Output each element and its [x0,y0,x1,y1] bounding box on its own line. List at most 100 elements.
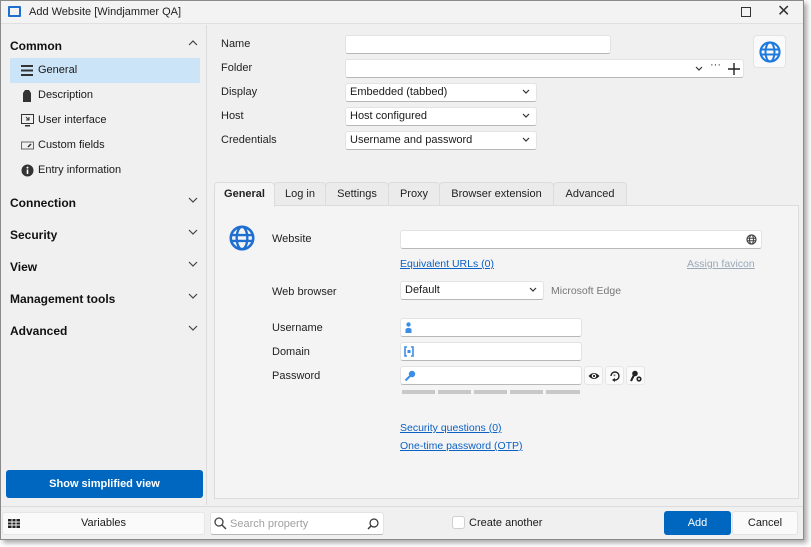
generate-password-button[interactable]: * [605,366,624,385]
web-browser-select[interactable]: Default [400,281,544,300]
cancel-button[interactable]: Cancel [732,511,798,535]
username-input[interactable] [400,318,582,337]
password-strength-segment [510,390,543,394]
globe-icon [229,225,255,251]
domain-icon [404,346,414,357]
eye-icon [588,373,600,379]
domain-label: Domain [272,346,310,358]
security-questions-link[interactable]: Security questions (0) [400,422,502,434]
name-label: Name [221,38,251,50]
username-label: Username [272,322,323,334]
assign-favicon-link[interactable]: Assign favicon [687,258,755,270]
credentials-select[interactable]: Username and password [345,131,537,150]
folder-label: Folder [221,62,253,74]
sidebar-item-label: General [38,64,78,76]
svg-text:*: * [613,374,616,380]
password-label: Password [272,370,321,382]
tab-settings[interactable]: Settings [325,182,389,206]
tab-proxy[interactable]: Proxy [388,182,440,206]
key-icon [404,370,416,382]
password-strength-segment [546,390,580,394]
password-generator-icon: * [610,371,620,382]
sidebar-item-user-interface[interactable]: User interface [10,108,200,133]
chevron-down-icon [188,325,198,331]
web-browser-hint: Microsoft Edge [551,285,622,297]
variables-label: Variables [80,517,127,529]
sidebar-item-custom-fields[interactable]: Custom fields [10,133,200,158]
chevron-down-icon [522,113,530,118]
chevron-down-icon [188,229,198,235]
chevron-up-icon [188,40,198,46]
show-password-button[interactable] [584,366,603,385]
chevron-down-icon[interactable] [695,66,703,72]
otp-link[interactable]: One-time password (OTP) [400,440,523,452]
custom-field-icon [21,141,34,150]
password-strength-segment [438,390,471,394]
sidebar-section-view[interactable]: View [10,260,198,274]
add-folder-icon[interactable] [728,63,740,75]
password-strength-segment [474,390,507,394]
website-input[interactable] [400,230,762,249]
close-icon[interactable]: ✕ [777,2,790,22]
password-analyzer-button[interactable] [626,366,645,385]
sidebar-item-general[interactable]: General [10,58,200,83]
footer-bar: Variables Search property Create another… [1,506,803,541]
tab-log-in[interactable]: Log in [274,182,326,206]
section-label: Security [10,228,58,242]
sidebar-section-connection[interactable]: Connection [10,196,198,210]
name-input[interactable] [345,35,611,54]
tab-advanced[interactable]: Advanced [553,182,627,206]
chevron-down-icon [529,287,537,292]
variables-button[interactable]: Variables [2,512,205,535]
create-another-label: Create another [469,517,543,529]
domain-input[interactable] [400,342,582,361]
chevron-down-icon [188,261,198,267]
show-simplified-view-button[interactable]: Show simplified view [6,470,203,498]
sidebar-section-management-tools[interactable]: Management tools [10,292,198,306]
sidebar: Common General Description User interfac… [1,25,207,505]
web-browser-value: Default [405,284,440,296]
entry-icon-button[interactable] [753,35,786,68]
display-value: Embedded (tabbed) [350,86,448,98]
folder-input[interactable]: ··· [345,59,744,78]
password-key-check-icon [630,370,642,382]
host-select[interactable]: Host configured [345,107,537,126]
section-label: Advanced [10,324,68,338]
display-select[interactable]: Embedded (tabbed) [345,83,537,102]
section-label: View [10,260,38,274]
tab-browser-extension[interactable]: Browser extension [439,182,554,206]
user-icon [405,322,412,333]
add-website-dialog: Add Website [Windjammer QA] ✕ Common Gen… [0,0,804,540]
equivalent-urls-link[interactable]: Equivalent URLs (0) [400,258,494,270]
section-label: Connection [10,196,76,210]
create-another-checkbox[interactable] [452,516,465,529]
sidebar-section-common[interactable]: Common [10,39,198,53]
add-button[interactable]: Add [664,511,731,535]
sidebar-item-label: Entry information [38,164,122,176]
password-input[interactable] [400,366,582,385]
window-icon [8,6,21,17]
main-panel: Name Folder ··· Display Embedded (tabbed… [208,25,805,505]
tag-icon [23,90,31,102]
more-options-icon[interactable]: ··· [710,59,721,71]
title-bar: Add Website [Windjammer QA] ✕ [1,1,803,24]
sidebar-item-label: Description [38,89,94,101]
tab-general[interactable]: General [214,182,275,207]
sidebar-section-advanced[interactable]: Advanced [10,324,198,338]
section-label: Management tools [10,292,116,306]
chevron-down-icon [522,89,530,94]
sidebar-item-description[interactable]: Description [10,83,200,108]
search-property-input[interactable]: Search property [210,512,384,535]
info-icon [21,164,34,177]
sidebar-item-label: User interface [38,114,107,126]
search-icon[interactable] [367,518,379,530]
globe-icon[interactable] [746,234,757,245]
list-icon [21,65,33,76]
sidebar-item-entry-information[interactable]: Entry information [10,158,200,183]
sidebar-section-security[interactable]: Security [10,228,198,242]
grid-icon [8,519,20,528]
host-value: Host configured [350,110,428,122]
sidebar-item-label: Custom fields [38,139,105,151]
chevron-down-icon [522,137,530,142]
maximize-icon[interactable] [741,7,751,17]
